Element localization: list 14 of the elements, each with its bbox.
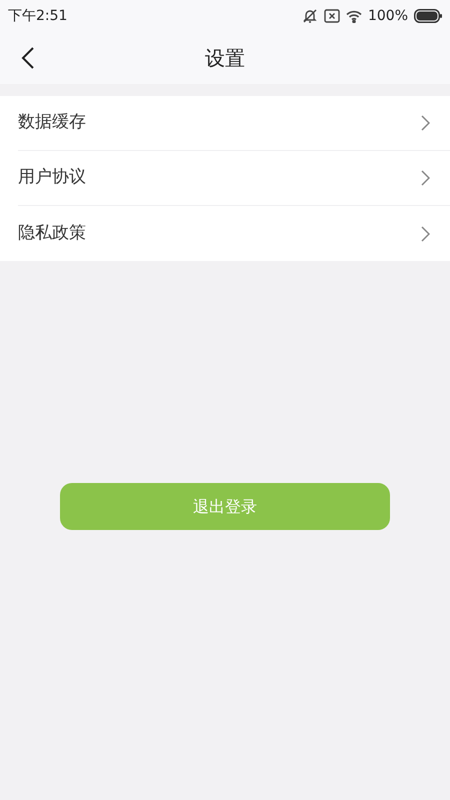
sim-icon — [324, 9, 340, 23]
status-time: 下午2:51 — [8, 6, 68, 26]
back-icon — [21, 46, 35, 70]
battery-percent: 100% — [368, 6, 408, 26]
chevron-right-icon — [421, 115, 430, 131]
chevron-right-icon — [421, 226, 430, 242]
battery-icon — [414, 9, 442, 23]
chevron-right-icon — [421, 170, 430, 186]
settings-item[interactable]: 数据缓存 — [18, 96, 450, 151]
wifi-icon — [346, 10, 362, 22]
page-title: 设置 — [205, 45, 245, 72]
settings-item[interactable]: 用户协议 — [18, 151, 450, 206]
bell-off-icon — [302, 8, 318, 24]
settings-item[interactable]: 隐私政策 — [18, 206, 450, 261]
